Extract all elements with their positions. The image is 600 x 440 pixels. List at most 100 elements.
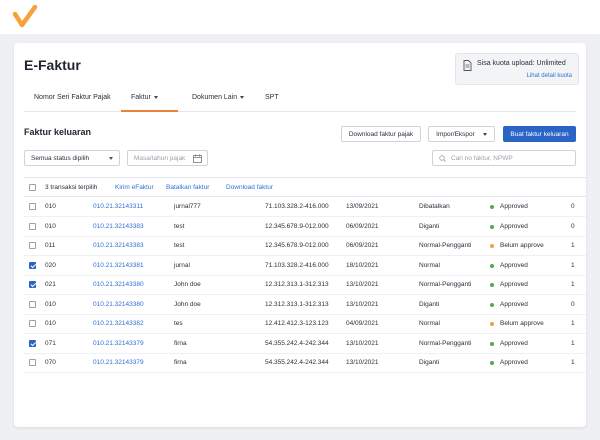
row-checkbox[interactable] [29, 222, 36, 230]
faktur-number-link[interactable]: 010.21.32143382 [93, 320, 144, 327]
approval-status: Approved [500, 222, 528, 230]
row-code: 070 [45, 359, 56, 366]
tab-faktur[interactable]: Faktur [131, 94, 158, 101]
approval-status: Belum approve [500, 320, 544, 327]
tab-label: Dokumen Lain [192, 94, 238, 101]
period-picker[interactable]: Masa/tahun pajak [127, 150, 208, 166]
row-checkbox[interactable] [29, 339, 36, 347]
select-all-checkbox[interactable] [29, 184, 36, 191]
faktur-type: Normal [419, 261, 440, 269]
row-code: 020 [45, 261, 56, 269]
search-icon [439, 154, 446, 162]
faktur-date: 06/09/2021 [346, 242, 379, 249]
approval-status: Approved [500, 339, 528, 347]
status-dot-icon [490, 263, 494, 268]
row-code: 010 [45, 222, 56, 230]
row-checkbox[interactable] [29, 203, 36, 210]
table-row[interactable]: 010 010.21.32143383 test 12.345.678.9-012.0… [24, 217, 586, 237]
section-title: Faktur keluaran [24, 127, 92, 137]
create-faktur-button[interactable]: Buat faktur keluaran [503, 126, 576, 142]
table-row[interactable]: 010 010.21.32143311 jurnal777 71.103.328.2-… [24, 197, 586, 217]
row-checkbox[interactable] [29, 242, 36, 249]
extra-value: 1 [571, 320, 575, 327]
faktur-date: 04/09/2021 [346, 320, 379, 327]
faktur-date: 06/09/2021 [346, 222, 379, 230]
extra-value: 0 [571, 203, 575, 210]
download-faktur-link[interactable]: Download faktur [226, 184, 273, 191]
faktur-type: Normal-Pengganti [419, 281, 472, 288]
buyer-name: firna [174, 339, 187, 347]
status-dot-icon [490, 244, 494, 248]
npwp-value: 54.355.242.4-242.344 [265, 339, 329, 347]
tab-spt[interactable]: SPT [265, 94, 279, 101]
page-title: E-Faktur [24, 57, 81, 73]
npwp-value: 12.345.678.9-012.000 [265, 222, 329, 230]
row-code: 010 [45, 203, 56, 210]
buyer-name: firna [174, 359, 187, 366]
faktur-number-link[interactable]: 010.21.32143379 [93, 340, 144, 347]
row-checkbox[interactable] [29, 261, 36, 269]
tab-nomor-seri[interactable]: Nomor Seri Faktur Pajak [34, 94, 111, 101]
buyer-name: test [174, 242, 185, 249]
faktur-number-link[interactable]: 010.21.32143381 [93, 262, 144, 269]
download-faktur-pajak-button[interactable]: Download faktur pajak [341, 126, 421, 142]
extra-value: 1 [571, 242, 575, 249]
buyer-name: test [174, 222, 185, 230]
button-label: Impor/Ekspor [436, 130, 475, 138]
status-dot-icon [490, 341, 494, 346]
row-checkbox[interactable] [29, 281, 36, 288]
table-row[interactable]: 010 010.21.32143382 tes 12.412.412.3-123.12… [24, 314, 586, 334]
approval-status: Approved [500, 300, 528, 308]
extra-value: 0 [571, 300, 575, 308]
faktur-number-link[interactable]: 010.21.32143380 [93, 281, 144, 288]
faktur-date: 13/10/2021 [346, 359, 379, 366]
table-row[interactable]: 021 010.21.32143380 John doe 12.312.313.1-3… [24, 275, 586, 295]
table-header: 3 transaksi terpilih Kirim eFaktur Batal… [24, 177, 586, 197]
row-checkbox[interactable] [29, 300, 36, 308]
npwp-value: 12.312.313.1-312.313 [265, 300, 329, 308]
search-input[interactable]: Cari no faktur, NPWP [432, 150, 576, 166]
faktur-number-link[interactable]: 010.21.32143379 [93, 359, 144, 366]
import-export-dropdown[interactable]: Impor/Ekspor [428, 126, 495, 142]
status-dot-icon [490, 205, 494, 209]
quota-box: Sisa kuota upload: Unlimited Lihat detai… [455, 53, 579, 85]
table-row[interactable]: 071 010.21.32143379 firna 54.355.242.4-242.… [24, 334, 586, 354]
npwp-value: 12.412.412.3-123.123 [265, 320, 329, 327]
tab-dokumen-lain[interactable]: Dokumen Lain [192, 94, 245, 101]
faktur-number-link[interactable]: 010.21.32143380 [93, 301, 144, 308]
button-label: Download faktur pajak [348, 130, 414, 138]
npwp-value: 12.312.313.1-312.313 [265, 281, 329, 288]
row-checkbox[interactable] [29, 359, 36, 366]
table-row[interactable]: 070 010.21.32143379 firna 54.355.242.4-242.… [24, 353, 586, 373]
selected-count: 3 transaksi terpilih [45, 184, 98, 191]
select-value: Semua status dipilih [31, 154, 90, 162]
faktur-date: 13/10/2021 [346, 339, 379, 347]
extra-value: 1 [571, 339, 575, 347]
quota-detail-link[interactable]: Lihat detail kuota [527, 73, 572, 79]
period-placeholder: Masa/tahun pajak [134, 154, 186, 162]
status-dot-icon [490, 224, 494, 229]
tab-label: Faktur [131, 94, 151, 101]
table-row[interactable]: 010 010.21.32143380 John doe 12.312.313.1-3… [24, 295, 586, 315]
buyer-name: tes [174, 320, 183, 327]
tab-label: SPT [265, 94, 279, 101]
document-icon [463, 60, 472, 71]
faktur-number-link[interactable]: 010.21.32143383 [93, 223, 144, 230]
row-code: 010 [45, 320, 56, 327]
cancel-faktur-link[interactable]: Batalkan faktur [166, 184, 209, 191]
row-code: 021 [45, 281, 56, 288]
faktur-type: Diganti [419, 359, 440, 366]
faktur-number-link[interactable]: 010.21.32143383 [93, 242, 144, 249]
table-row[interactable]: 011 010.21.32143383 test 12.345.678.9-012.0… [24, 236, 586, 256]
row-code: 011 [45, 242, 56, 249]
send-efaktur-link[interactable]: Kirim eFaktur [115, 184, 154, 191]
faktur-type: Diganti [419, 222, 440, 230]
status-filter-select[interactable]: Semua status dipilih [24, 150, 120, 166]
row-checkbox[interactable] [29, 320, 36, 327]
table-row[interactable]: 020 010.21.32143381 jurnal 71.103.328.2-416… [24, 256, 586, 276]
faktur-number-link[interactable]: 010.21.32143311 [93, 203, 143, 210]
active-tab-indicator [121, 110, 178, 112]
top-bar [0, 0, 600, 34]
checkmark-logo-icon[interactable] [12, 5, 38, 29]
efaktur-panel: E-Faktur Sisa kuota upload: Unlimited Li… [14, 43, 586, 427]
